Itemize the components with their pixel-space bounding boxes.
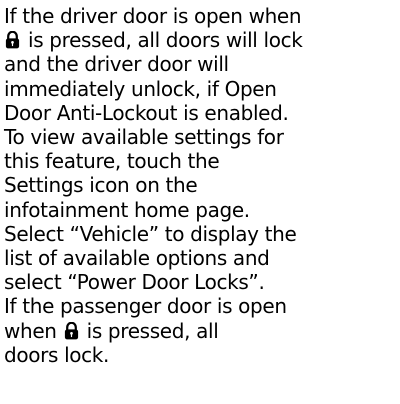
text-line: doors lock. bbox=[4, 342, 110, 367]
text-line: Settings icon on the bbox=[4, 173, 198, 198]
text-line: If the passenger door is open bbox=[4, 294, 287, 319]
lock-sentence-prefix: when bbox=[4, 318, 63, 343]
text-line: select “Power Door Locks”. bbox=[4, 270, 265, 295]
text-line-with-lock-icon: is pressed, all doors will lock bbox=[4, 28, 396, 52]
text-line: immediately unlock, if Open bbox=[4, 76, 277, 101]
lock-sentence-text: is pressed, all bbox=[80, 318, 219, 343]
text-line: and the driver door will bbox=[4, 52, 229, 77]
lock-icon bbox=[5, 31, 20, 49]
lock-icon bbox=[64, 321, 79, 340]
text-line: infotainment home page. bbox=[4, 197, 250, 222]
text-line: Door Anti-Lockout is enabled. bbox=[4, 100, 289, 125]
text-line: this feature, touch the bbox=[4, 149, 220, 174]
text-line: list of available options and bbox=[4, 246, 270, 271]
lock-sentence-text: is pressed, all doors will lock bbox=[22, 28, 303, 53]
passenger-door-paragraph: If the passenger door is open when is pr… bbox=[4, 294, 396, 367]
text-line: Select “Vehicle” to display the bbox=[4, 221, 297, 246]
text-line: If the driver door is open when bbox=[4, 4, 302, 28]
manual-page: If the driver door is open when is press… bbox=[4, 4, 396, 400]
text-line-with-lock-icon: when is pressed, all bbox=[4, 319, 396, 343]
text-line: To view available settings for bbox=[4, 125, 284, 150]
anti-lockout-paragraph: If the driver door is open when is press… bbox=[4, 4, 396, 294]
